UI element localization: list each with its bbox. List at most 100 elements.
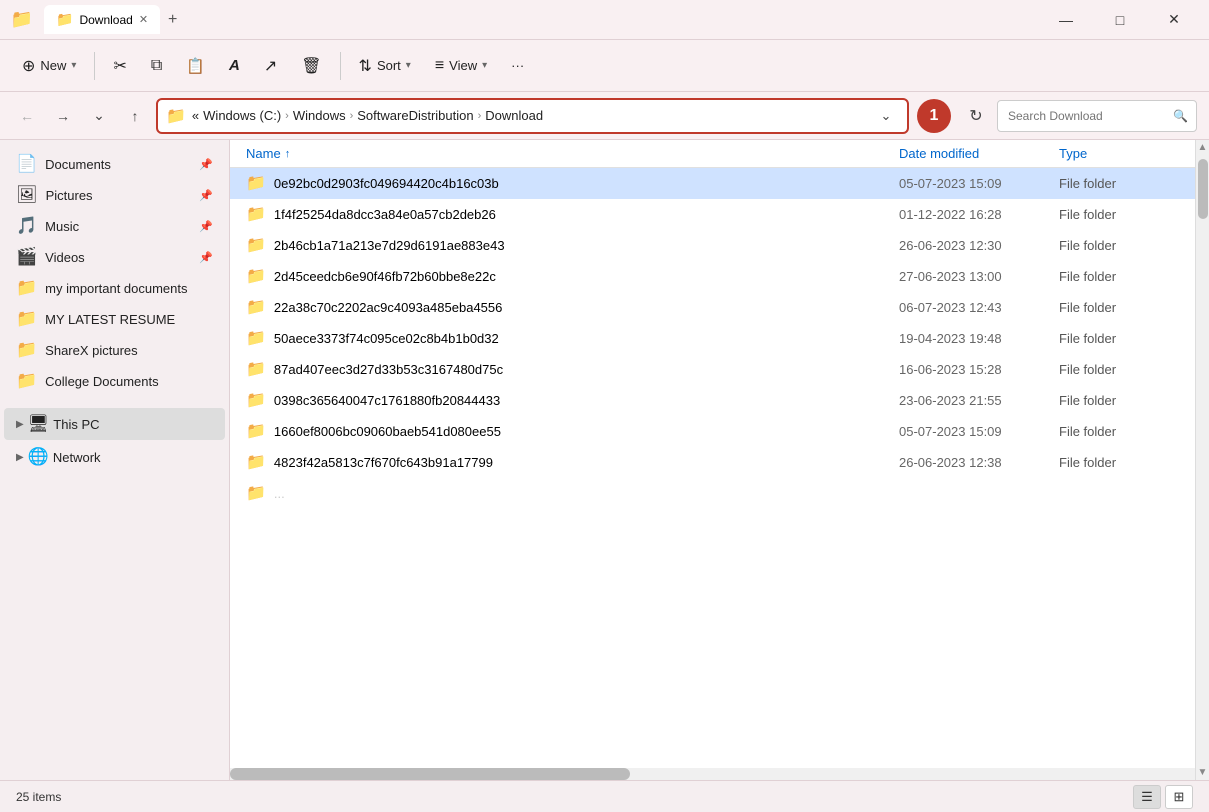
back-button[interactable]: ←	[12, 101, 42, 131]
table-row[interactable]: 📁 1660ef8006bc09060baeb541d080ee55 05-07…	[230, 416, 1195, 447]
list-view-btn[interactable]: ☰	[1133, 785, 1161, 809]
file-date: 01-12-2022 16:28	[899, 207, 1059, 222]
sidebar-item-pictures[interactable]: 🖼 Pictures 📌	[4, 180, 225, 210]
sidebar-item-college[interactable]: 📁 College Documents	[4, 366, 225, 396]
file-date: 27-06-2023 13:00	[899, 269, 1059, 284]
file-date: 06-07-2023 12:43	[899, 300, 1059, 315]
share-button[interactable]: ↗	[254, 50, 287, 82]
file-name: 4823f42a5813c7f670fc643b91a17799	[274, 455, 493, 470]
col-header-date[interactable]: Date modified	[899, 146, 1059, 161]
search-box[interactable]: 🔍	[997, 100, 1197, 132]
file-name: 50aece3373f74c095ce02c8b4b1b0d32	[274, 331, 499, 346]
scroll-up-btn[interactable]: ▲	[1198, 142, 1208, 153]
cut-button[interactable]: ✂	[103, 50, 136, 82]
folder-icon: 📁	[246, 452, 266, 472]
table-row[interactable]: 📁 1f4f25254da8dcc3a84e0a57cb2deb26 01-12…	[230, 199, 1195, 230]
sidebar-item-my-important[interactable]: 📁 my important documents	[4, 273, 225, 303]
breadcrumb-part-2[interactable]: SoftwareDistribution	[357, 108, 473, 123]
close-btn[interactable]: ✕	[1151, 5, 1197, 35]
table-row[interactable]: 📁 2d45ceedcb6e90f46fb72b60bbe8e22c 27-06…	[230, 261, 1195, 292]
main-area: 📄 Documents 📌 🖼 Pictures 📌 🎵 Music 📌 🎬 V…	[0, 140, 1209, 780]
delete-icon: 🗑	[301, 56, 321, 76]
file-date: 26-06-2023 12:30	[899, 238, 1059, 253]
maximize-btn[interactable]: □	[1097, 5, 1143, 35]
this-pc-expand[interactable]: ▶ 🖥 This PC	[4, 408, 225, 440]
delete-button[interactable]: 🗑	[291, 50, 331, 82]
network-icon: 🌐	[28, 447, 49, 467]
breadcrumb-part-0[interactable]: Windows (C:)	[203, 108, 281, 123]
table-row[interactable]: 📁 4823f42a5813c7f670fc643b91a17799 26-06…	[230, 447, 1195, 478]
title-tab[interactable]: 📁 Download ✕	[44, 5, 160, 34]
sidebar-item-documents[interactable]: 📄 Documents 📌	[4, 149, 225, 179]
status-bar: 25 items ☰ ⊞	[0, 780, 1209, 812]
file-name-cell: 📁 ...	[246, 483, 899, 503]
file-type: File folder	[1059, 455, 1179, 470]
copy-button[interactable]: ⧉	[141, 51, 172, 81]
file-type: File folder	[1059, 331, 1179, 346]
tab-close-btn[interactable]: ✕	[139, 13, 148, 26]
view-button[interactable]: ≡ View ▾	[425, 51, 497, 81]
table-row[interactable]: 📁 2b46cb1a71a213e7d29d6191ae883e43 26-06…	[230, 230, 1195, 261]
up-button[interactable]: ↑	[120, 101, 150, 131]
paste-icon: 📋	[186, 57, 205, 75]
paste-button[interactable]: 📋	[176, 51, 215, 81]
sidebar-item-resume[interactable]: 📁 MY LATEST RESUME	[4, 304, 225, 334]
rename-icon: A	[229, 57, 240, 74]
table-row[interactable]: 📁 22a38c70c2202ac9c4093a485eba4556 06-07…	[230, 292, 1195, 323]
table-row[interactable]: 📁 0398c365640047c1761880fb20844433 23-06…	[230, 385, 1195, 416]
sidebar-item-videos[interactable]: 🎬 Videos 📌	[4, 242, 225, 272]
file-type: File folder	[1059, 393, 1179, 408]
file-type: File folder	[1059, 424, 1179, 439]
folder-icon: 📁	[246, 297, 266, 317]
new-icon: ⊕	[22, 56, 35, 76]
grid-view-btn[interactable]: ⊞	[1165, 785, 1193, 809]
table-row[interactable]: 📁 0e92bc0d2903fc049694420c4b16c03b 05-07…	[230, 168, 1195, 199]
pin-icon-pictures: 📌	[199, 189, 213, 202]
network-expand[interactable]: ▶ 🌐 Network	[4, 441, 225, 473]
scroll-down-btn[interactable]: ▼	[1198, 767, 1208, 778]
minimize-btn[interactable]: —	[1043, 5, 1089, 35]
file-name-cell: 📁 22a38c70c2202ac9c4093a485eba4556	[246, 297, 899, 317]
sidebar: 📄 Documents 📌 🖼 Pictures 📌 🎵 Music 📌 🎬 V…	[0, 140, 230, 780]
new-button[interactable]: ⊕ New ▾	[12, 50, 86, 82]
copy-icon: ⧉	[151, 57, 162, 75]
horizontal-scrollbar[interactable]	[230, 768, 1195, 780]
folder-icon: 📁	[246, 359, 266, 379]
address-dropdown-btn[interactable]: ⌄	[873, 103, 899, 129]
h-scrollbar-thumb[interactable]	[230, 768, 630, 780]
search-input[interactable]	[1008, 109, 1169, 123]
pictures-icon: 🖼	[16, 185, 38, 205]
table-row[interactable]: 📁 87ad407eec3d27d33b53c3167480d75c 16-06…	[230, 354, 1195, 385]
breadcrumb-part-3[interactable]: Download	[485, 108, 543, 123]
more-button[interactable]: ···	[501, 52, 534, 79]
file-name: 0398c365640047c1761880fb20844433	[274, 393, 500, 408]
table-row[interactable]: 📁 ...	[230, 478, 1195, 509]
column-headers[interactable]: Name ↑ Date modified Type	[230, 140, 1195, 168]
col-header-name[interactable]: Name ↑	[246, 146, 899, 161]
sort-button[interactable]: ⇅ Sort ▾	[349, 50, 421, 82]
address-bar[interactable]: 📁 « Windows (C:) › Windows › SoftwareDis…	[156, 98, 909, 134]
window-controls: — □ ✕	[1043, 5, 1197, 35]
folder-icon: 📁	[246, 328, 266, 348]
table-row[interactable]: 📁 50aece3373f74c095ce02c8b4b1b0d32 19-04…	[230, 323, 1195, 354]
college-icon: 📁	[16, 371, 37, 391]
file-name-cell: 📁 2d45ceedcb6e90f46fb72b60bbe8e22c	[246, 266, 899, 286]
music-icon: 🎵	[16, 216, 37, 236]
new-tab-btn[interactable]: +	[168, 11, 177, 29]
sidebar-item-sharex[interactable]: 📁 ShareX pictures	[4, 335, 225, 365]
col-header-type[interactable]: Type	[1059, 146, 1179, 161]
v-scrollbar-thumb[interactable]	[1198, 159, 1208, 219]
sidebar-item-music[interactable]: 🎵 Music 📌	[4, 211, 225, 241]
recent-locations-button[interactable]: ⌄	[84, 101, 114, 131]
refresh-button[interactable]: ↻	[961, 101, 991, 131]
network-arrow: ▶	[16, 452, 24, 463]
rename-button[interactable]: A	[219, 51, 250, 80]
file-name-cell: 📁 2b46cb1a71a213e7d29d6191ae883e43	[246, 235, 899, 255]
vertical-scrollbar[interactable]: ▲ ▼	[1195, 140, 1209, 780]
sharex-icon: 📁	[16, 340, 37, 360]
sidebar-label-sharex: ShareX pictures	[45, 343, 138, 358]
file-type: File folder	[1059, 269, 1179, 284]
breadcrumb-part-1[interactable]: Windows	[293, 108, 346, 123]
forward-button[interactable]: →	[48, 101, 78, 131]
sidebar-label-my-important: my important documents	[45, 281, 187, 296]
